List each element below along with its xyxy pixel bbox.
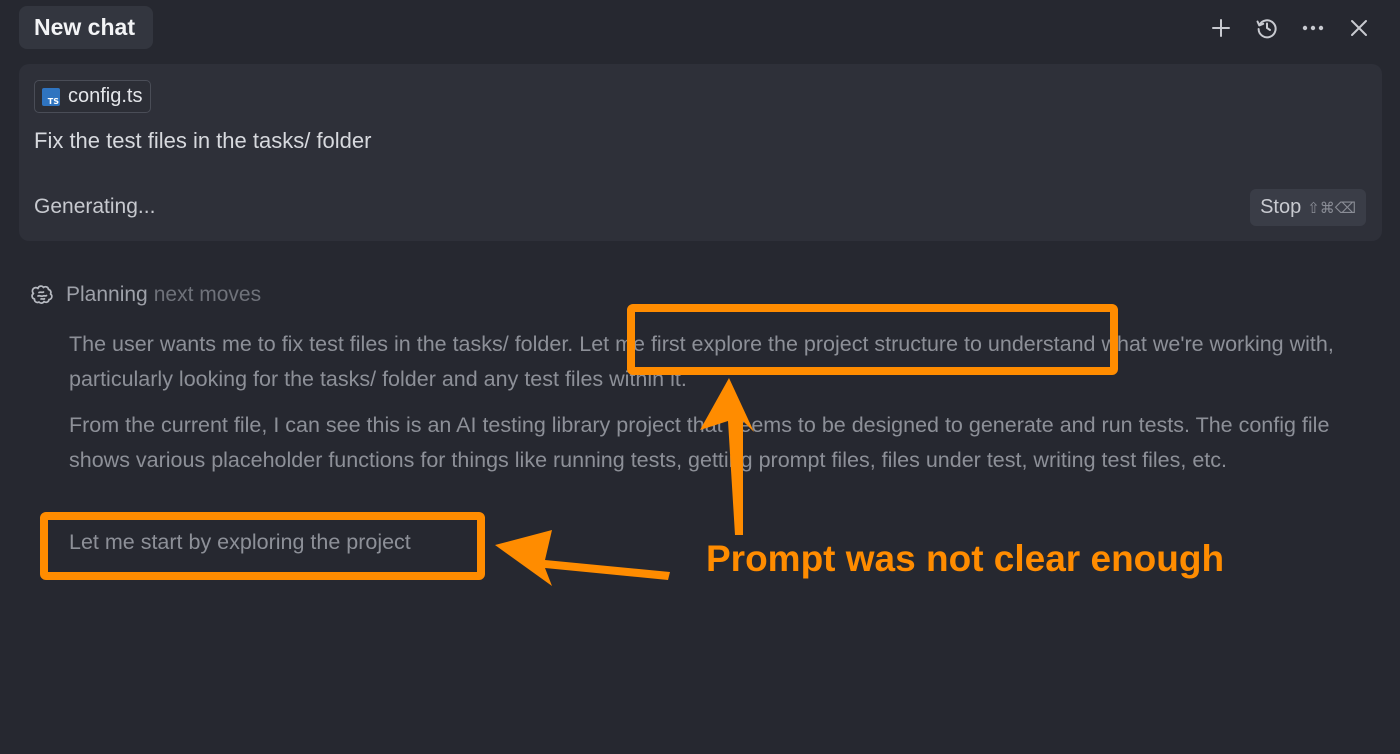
thinking-subtitle: next moves	[153, 283, 262, 306]
annotation-highlight-box	[627, 304, 1118, 375]
stop-shortcut-hint: ⇧⌘⌫	[1307, 198, 1356, 217]
thinking-title: Planning	[66, 283, 148, 306]
file-chip[interactable]: TS config.ts	[34, 80, 152, 113]
typescript-file-icon: TS	[42, 87, 60, 106]
stop-button[interactable]: Stop ⇧⌘⌫	[1250, 189, 1366, 226]
generating-status: Generating...	[34, 195, 156, 218]
thought-paragraph: From the current file, I can see this is…	[69, 413, 1330, 472]
file-chip-label: config.ts	[68, 85, 143, 107]
prompt-message: Fix the test files in the tasks/ folder	[34, 128, 372, 153]
header-actions	[1198, 12, 1382, 44]
brain-icon	[30, 283, 54, 307]
tab-new-chat[interactable]: New chat	[19, 6, 153, 49]
plus-icon[interactable]	[1198, 12, 1244, 44]
annotation-highlight-box	[40, 512, 485, 580]
chat-header: New chat	[0, 0, 1400, 56]
composer-card: TS config.ts Fix the test files in the t…	[19, 64, 1382, 241]
close-icon[interactable]	[1336, 12, 1382, 44]
history-icon[interactable]	[1244, 12, 1290, 44]
more-icon[interactable]	[1290, 12, 1336, 44]
thinking-header[interactable]: Planning next moves	[30, 281, 261, 309]
annotation-label: Prompt was not clear enough	[706, 538, 1225, 579]
chat-panel: New chat TS config.ts Fix the test files…	[0, 0, 1400, 754]
stop-button-label: Stop	[1260, 196, 1302, 218]
